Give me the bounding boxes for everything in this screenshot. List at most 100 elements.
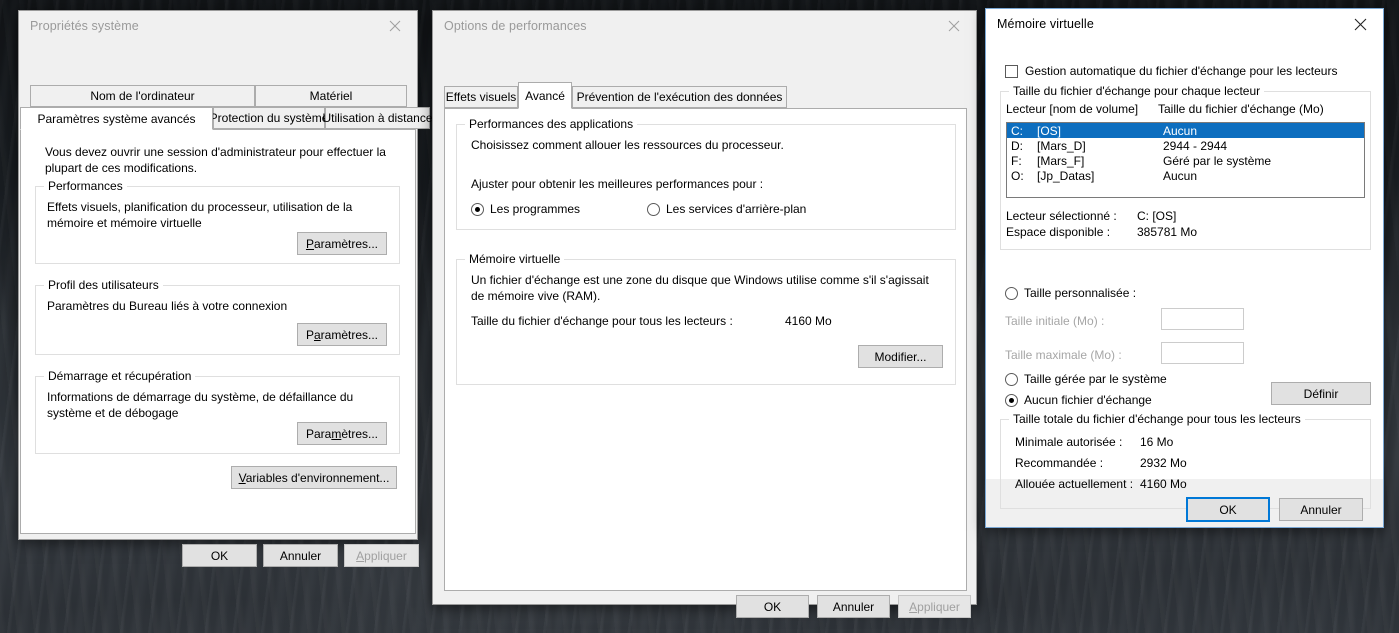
titlebar[interactable]: Options de performances xyxy=(433,11,976,41)
cancel-button[interactable]: Annuler xyxy=(1279,498,1363,521)
list-item[interactable]: C: [OS] Aucun xyxy=(1007,123,1364,138)
group-description: Informations de démarrage du système, de… xyxy=(47,390,357,420)
listbox-header: Lecteur [nom de volume] Taille du fichie… xyxy=(1006,102,1324,116)
group-total-pagefile: Taille totale du fichier d'échange pour … xyxy=(1000,412,1371,509)
list-item[interactable]: D: [Mars_D] 2944 - 2944 xyxy=(1007,138,1364,153)
recommended-label: Recommandée : xyxy=(1015,456,1104,470)
change-pagefile-button[interactable]: Modifier... xyxy=(858,345,943,368)
ok-button[interactable]: OK xyxy=(182,544,257,567)
cancel-button[interactable]: Annuler xyxy=(817,595,890,618)
group-memoire-virtuelle: Mémoire virtuelle Un fichier d'échange e… xyxy=(456,252,956,385)
min-allowed-value: 16 Mo xyxy=(1140,435,1174,449)
radio-indicator xyxy=(1005,372,1018,386)
drive-letter: O: xyxy=(1011,168,1024,183)
initial-size-field[interactable] xyxy=(1161,308,1244,330)
tab-parametres-systeme-avances[interactable]: Paramètres système avancés xyxy=(20,107,213,130)
tabpage-advanced: Vous devez ouvrir une session d'administ… xyxy=(20,129,416,534)
column-header-drive: Lecteur [nom de volume] xyxy=(1006,102,1139,116)
drive-letter: C: xyxy=(1011,123,1023,138)
group-performances: Performances Effets visuels, planificati… xyxy=(35,179,400,264)
drive-letter: F: xyxy=(1011,153,1022,168)
environment-variables-button[interactable]: Variables d'environnement... xyxy=(231,466,397,489)
volume-name: [OS] xyxy=(1037,123,1062,138)
close-icon[interactable] xyxy=(931,11,976,41)
tab-prevention-execution-donnees[interactable]: Prévention de l'exécution des données xyxy=(572,86,787,108)
radio-les-programmes[interactable]: Les programmes xyxy=(471,202,580,216)
system-properties-dialog[interactable]: Propriétés système Nom de l'ordinateur M… xyxy=(18,10,433,567)
currently-allocated-value: 4160 Mo xyxy=(1140,477,1187,491)
tab-label: Nom de l'ordinateur xyxy=(90,89,195,103)
virtual-memory-dialog[interactable]: Mémoire virtuelle Gestion automatique du… xyxy=(985,8,1384,528)
group-legend: Démarrage et récupération xyxy=(44,369,196,383)
radio-taille-geree-systeme[interactable]: Taille gérée par le système xyxy=(1005,372,1167,386)
radio-taille-personnalisee[interactable]: Taille personnalisée : xyxy=(1005,286,1136,300)
cpu-allocation-text: Choisissez comment allouer les ressource… xyxy=(471,138,784,152)
tab-label: Utilisation à distance xyxy=(322,111,433,125)
list-item[interactable]: F: [Mars_F] Géré par le système xyxy=(1007,153,1364,168)
window-title: Options de performances xyxy=(444,19,587,33)
drive-listbox[interactable]: C: [OS] Aucun D: [Mars_D] 2944 - 2944 F:… xyxy=(1006,122,1365,198)
pagefile-size: Aucun xyxy=(1163,168,1198,183)
performance-settings-button[interactable]: Paramètres... xyxy=(297,232,387,255)
group-legend: Profil des utilisateurs xyxy=(44,278,163,292)
cancel-button[interactable]: Annuler xyxy=(263,544,338,567)
radio-services-arriere-plan[interactable]: Les services d'arrière-plan xyxy=(647,202,806,216)
tab-label: Matériel xyxy=(309,89,353,103)
group-legend: Taille totale du fichier d'échange pour … xyxy=(1009,412,1305,426)
pagefile-size: 2944 - 2944 xyxy=(1163,138,1228,153)
auto-manage-pagefile-checkbox[interactable]: Gestion automatique du fichier d'échange… xyxy=(1005,64,1337,78)
recommended-value: 2932 Mo xyxy=(1140,456,1187,470)
drive-letter: D: xyxy=(1011,138,1023,153)
titlebar[interactable]: Propriétés système xyxy=(19,11,417,41)
startup-recovery-settings-button[interactable]: Paramètres... xyxy=(297,422,387,445)
radio-label: Les services d'arrière-plan xyxy=(666,202,807,216)
tab-label: Avancé xyxy=(525,88,565,103)
window-title: Propriétés système xyxy=(30,19,139,33)
radio-indicator xyxy=(1005,286,1018,300)
radio-indicator xyxy=(471,202,484,216)
tabpage-avance: Performances des applications Choisissez… xyxy=(444,108,967,591)
tab-utilisation-a-distance[interactable]: Utilisation à distance xyxy=(322,107,433,129)
window-title: Mémoire virtuelle xyxy=(997,17,1094,31)
currently-allocated-label: Allouée actuellement : xyxy=(1015,477,1134,491)
tab-nom-de-l-ordinateur[interactable]: Nom de l'ordinateur xyxy=(30,85,255,107)
titlebar[interactable]: Mémoire virtuelle xyxy=(986,9,1383,39)
radio-indicator xyxy=(647,202,660,216)
free-space-label: Espace disponible : xyxy=(1006,225,1111,239)
pagefile-total-label: Taille du fichier d'échange pour tous le… xyxy=(471,314,733,328)
column-header-pagefile-size: Taille du fichier d'échange (Mo) xyxy=(1158,102,1324,116)
dialog-body: Gestion automatique du fichier d'échange… xyxy=(986,39,1383,509)
button-label: Annuler xyxy=(1300,502,1342,517)
ok-button[interactable]: OK xyxy=(1186,497,1270,522)
max-size-label: Taille maximale (Mo) : xyxy=(1005,348,1122,362)
volume-name: [Jp_Datas] xyxy=(1037,168,1095,183)
tab-protection-du-systeme[interactable]: Protection du système xyxy=(210,107,328,129)
close-icon[interactable] xyxy=(1338,9,1383,39)
volume-name: [Mars_D] xyxy=(1037,138,1086,153)
checkbox-indicator xyxy=(1005,64,1018,78)
set-button[interactable]: Définir xyxy=(1271,382,1371,405)
tab-materiel[interactable]: Matériel xyxy=(255,85,407,107)
list-item[interactable]: O: [Jp_Datas] Aucun xyxy=(1007,168,1364,183)
radio-aucun-fichier-echange[interactable]: Aucun fichier d'échange xyxy=(1005,393,1152,407)
tab-avance[interactable]: Avancé xyxy=(518,82,572,109)
apply-button: Appliquer xyxy=(344,544,419,567)
tab-label: Prévention de l'exécution des données xyxy=(576,90,783,104)
ok-button[interactable]: OK xyxy=(736,595,809,618)
button-label: Définir xyxy=(1303,386,1339,401)
radio-label: Taille personnalisée : xyxy=(1024,286,1137,300)
close-icon[interactable] xyxy=(372,11,417,41)
radio-label: Aucun fichier d'échange xyxy=(1024,393,1152,407)
free-space-value: 385781 Mo xyxy=(1137,225,1198,239)
max-size-field[interactable] xyxy=(1161,342,1244,364)
group-description: Effets visuels, planification du process… xyxy=(47,200,356,230)
performance-options-dialog[interactable]: Options de performances Effets visuels A… xyxy=(432,10,977,618)
selected-drive-label: Lecteur sélectionné : xyxy=(1006,209,1117,223)
tab-label: Effets visuels xyxy=(445,90,517,104)
checkbox-label: Gestion automatique du fichier d'échange… xyxy=(1025,64,1338,78)
tab-effets-visuels[interactable]: Effets visuels xyxy=(444,86,518,108)
initial-size-label: Taille initiale (Mo) : xyxy=(1005,314,1105,328)
group-legend: Mémoire virtuelle xyxy=(465,252,565,266)
group-description: Paramètres du Bureau liés à votre connex… xyxy=(47,299,288,313)
user-profiles-settings-button[interactable]: Paramètres... xyxy=(297,323,387,346)
